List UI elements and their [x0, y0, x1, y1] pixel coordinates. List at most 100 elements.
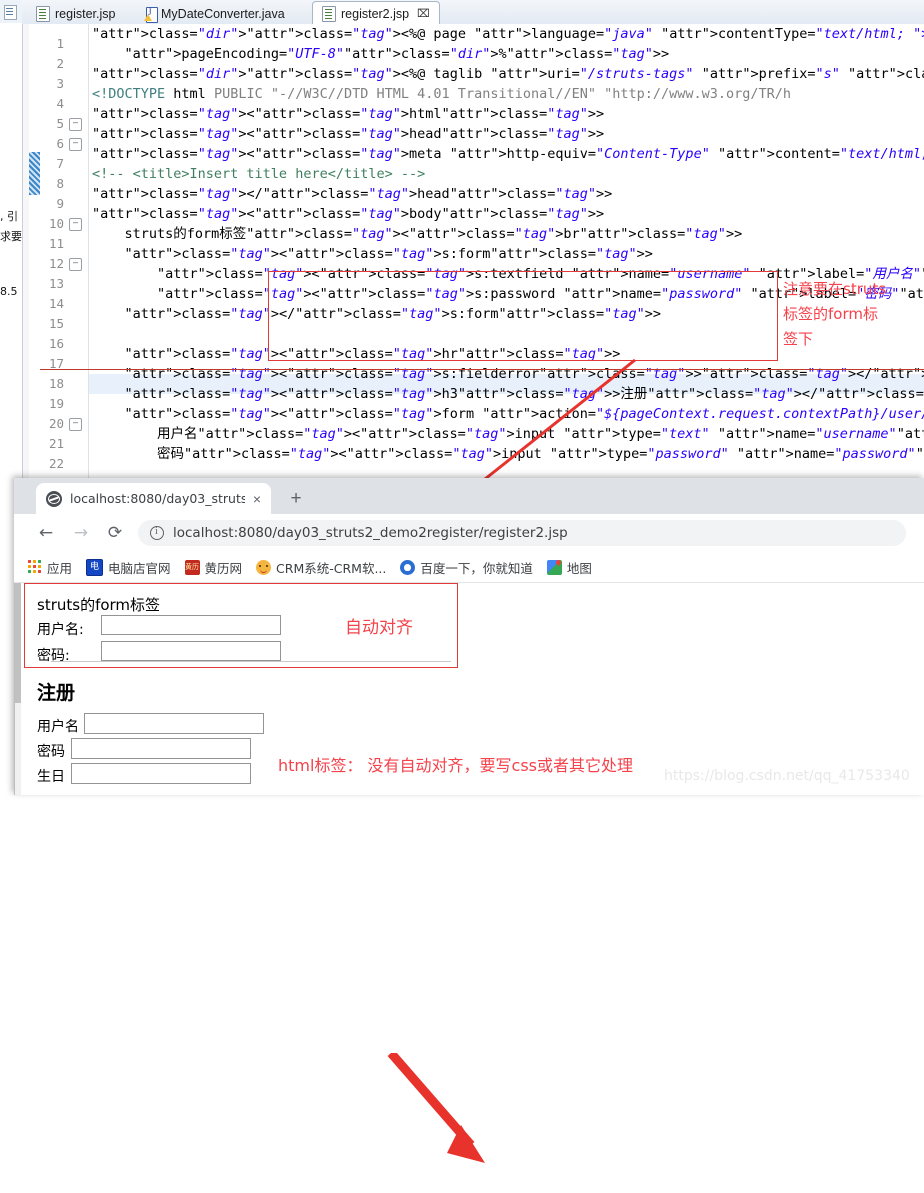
- line-number: 1: [56, 36, 64, 51]
- struts-form-highlight-box: [268, 271, 778, 361]
- editor-tab-register-jsp[interactable]: register.jsp: [26, 2, 125, 25]
- code-line: "attr">class="tag"><"attr">class="tag">s…: [124, 246, 653, 262]
- code-line: 用户名"attr">class="tag"><"attr">class="tag…: [92, 426, 924, 442]
- left-fragment-1: 求要: [0, 230, 22, 243]
- left-fragment-0: , 引: [0, 210, 18, 223]
- jsp-file-icon: [36, 6, 50, 22]
- back-button[interactable]: ←: [36, 523, 56, 543]
- line-number: 8: [56, 176, 64, 191]
- code-line: "attr">class="tag"><"attr">class="tag">h…: [124, 386, 924, 402]
- baidu-paw-icon: [400, 559, 416, 575]
- line-number: 11: [48, 236, 64, 251]
- reload-button[interactable]: ⟳: [105, 523, 125, 543]
- line-number: 17: [48, 356, 64, 371]
- left-fragment-2: 8.5: [0, 285, 18, 298]
- html-username-label: 用户名: [37, 719, 79, 735]
- code-text-area[interactable]: "attr">class="dir">"attr">class="tag"><%…: [88, 24, 924, 480]
- bookmark-baidu[interactable]: 百度一下，你就知道: [400, 558, 533, 577]
- line-number: 9: [56, 196, 64, 211]
- code-editor[interactable]: 12345678910111213141516171819202122 "att…: [22, 24, 924, 508]
- bookmark-label: 百度一下，你就知道: [420, 560, 533, 576]
- annotation-html-note: html标签： 没有自动对齐，要写css或者其它处理: [278, 756, 634, 775]
- bookmark-label: 应用: [47, 560, 73, 576]
- line-number-gutter: 12345678910111213141516171819202122: [40, 24, 89, 480]
- fold-toggle-icon[interactable]: [69, 218, 82, 231]
- globe-favicon-icon: [46, 490, 62, 507]
- code-line: 密码"attr">class="tag"><"attr">class="tag"…: [92, 446, 924, 462]
- code-line: struts的form标签"attr">class="tag"><"attr">…: [92, 226, 743, 242]
- line-number: 19: [48, 396, 64, 411]
- editor-tab-label: register2.jsp: [341, 6, 410, 21]
- apps-grid-icon: [28, 560, 42, 574]
- browser-tab-register2[interactable]: localhost:8080/day03_struts2_ ×: [36, 483, 271, 514]
- bookmark-label: 电脑店官网: [108, 560, 171, 576]
- jsp-file-icon: [322, 5, 336, 22]
- line-number: 6: [56, 136, 64, 151]
- editor-tab-register2-jsp[interactable]: register2.jsp ⌧: [312, 1, 440, 25]
- line-number: 4: [56, 96, 64, 111]
- left-view-tab[interactable]: [0, 0, 23, 24]
- line-number: 5: [56, 116, 64, 131]
- code-line: <!-- <title>Insert title here</title> --…: [92, 166, 426, 182]
- annotation-struts-note: 注意要在struts 标签的form标 签下: [783, 277, 923, 352]
- bookmark-map[interactable]: 地图: [546, 558, 592, 577]
- code-line: "attr">class="tag"><"attr">class="tag">f…: [124, 406, 924, 422]
- code-line: "attr">class="dir">"attr">class="tag"><%…: [92, 66, 924, 82]
- annotation-line-0: 注意要在struts: [783, 280, 887, 298]
- bookmark-huangliwang[interactable]: 黄历 黄历网: [184, 558, 242, 577]
- line-number: 12: [48, 256, 64, 271]
- red-separator-line: [40, 369, 924, 370]
- line-number: 3: [56, 76, 64, 91]
- html-password-label: 密码: [37, 744, 65, 760]
- editor-tab-label: MyDateConverter.java: [161, 7, 285, 21]
- fold-toggle-icon[interactable]: [69, 118, 82, 131]
- address-bar[interactable]: localhost:8080/day03_struts2_demo2regist…: [138, 520, 906, 546]
- html-birthday-label: 生日: [37, 769, 65, 785]
- csdn-watermark: https://blog.csdn.net/qq_41753340: [664, 768, 910, 784]
- line-number: 2: [56, 56, 64, 71]
- huangliwang-icon: 黄历: [184, 559, 200, 575]
- fold-toggle-icon[interactable]: [69, 138, 82, 151]
- bookmarks-bar: 应用 电 电脑店官网 黄历 黄历网 CRM系统-CRM软... 百度一下，你就知…: [14, 552, 924, 583]
- new-tab-button[interactable]: +: [286, 489, 306, 509]
- close-icon[interactable]: ×: [253, 491, 261, 507]
- code-line: "attr">class="tag"></"attr">class="tag">…: [92, 186, 613, 202]
- bookmark-label: 地图: [566, 560, 592, 576]
- editor-tab-bar: register.jsp MyDateConverter.java regist…: [22, 0, 924, 25]
- fold-toggle-icon[interactable]: [69, 258, 82, 271]
- code-line: "attr">class="tag"><"attr">class="tag">m…: [92, 146, 924, 162]
- bookmark-dianaodian[interactable]: 电 电脑店官网: [86, 558, 171, 577]
- java-file-warning-icon: [144, 7, 158, 23]
- code-line: "attr">class="tag"><"attr">class="tag">h…: [92, 126, 605, 142]
- editor-tab-mydateconverter-java[interactable]: MyDateConverter.java: [134, 2, 295, 25]
- html-password-input[interactable]: [71, 738, 251, 759]
- html-section-heading: 注册: [37, 682, 76, 704]
- fold-toggle-icon[interactable]: [69, 418, 82, 431]
- annotation-line-2: 签下: [783, 330, 814, 348]
- left-partial-view-strip: , 引 求要 8.5: [0, 0, 23, 480]
- crm-smiley-icon: [256, 559, 272, 575]
- info-icon[interactable]: [150, 526, 164, 540]
- forward-button[interactable]: →: [71, 523, 91, 543]
- address-bar-url: localhost:8080/day03_struts2_demo2regist…: [173, 525, 568, 541]
- close-icon[interactable]: ⌧: [417, 7, 430, 20]
- line-number: 16: [48, 336, 64, 351]
- page-scrollbar[interactable]: [15, 583, 21, 795]
- editor-tab-label: register.jsp: [55, 7, 116, 21]
- html-birthday-input[interactable]: [71, 763, 251, 784]
- code-line: "attr">class="dir">"attr">class="tag"><%…: [92, 26, 924, 42]
- scrollbar-thumb[interactable]: [15, 583, 21, 703]
- map-pin-icon: [546, 559, 562, 575]
- bookmark-apps[interactable]: 应用: [28, 558, 72, 577]
- chrome-browser-window: localhost:8080/day03_struts2_ × + ← → ⟳ …: [14, 478, 924, 1163]
- bookmark-crm[interactable]: CRM系统-CRM软...: [256, 558, 386, 577]
- line-number: 10: [48, 216, 64, 231]
- html-username-input[interactable]: [84, 713, 264, 734]
- browser-tab-title: localhost:8080/day03_struts2_: [70, 491, 245, 506]
- editor-annotation-column: [29, 24, 40, 480]
- code-line: "attr">class="tag"><"attr">class="tag">s…: [124, 366, 924, 382]
- line-number: 21: [48, 436, 64, 451]
- file-icon: [4, 5, 17, 20]
- line-number: 13: [48, 276, 64, 291]
- code-line: "attr">class="tag"><"attr">class="tag">b…: [92, 206, 605, 222]
